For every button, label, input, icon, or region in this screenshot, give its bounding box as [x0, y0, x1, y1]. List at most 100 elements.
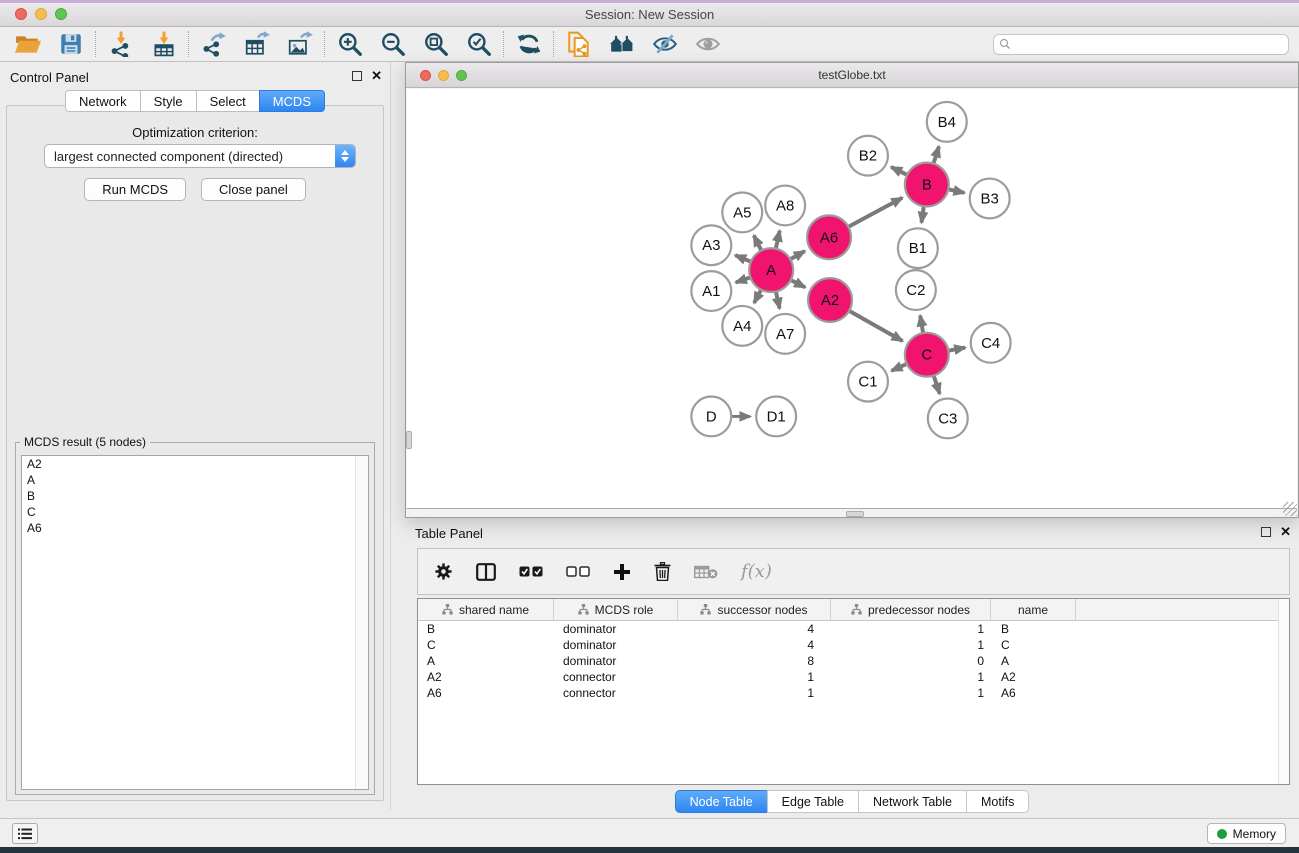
show-hidden-eye-icon[interactable] [694, 31, 721, 58]
graph-node-A1[interactable]: A1 [691, 271, 731, 311]
zoom-selected-icon[interactable] [465, 31, 492, 58]
table-cell[interactable]: connector [554, 686, 678, 700]
mcds-result-list[interactable]: A2ABCA6 [21, 455, 369, 790]
graph-node-C2[interactable]: C2 [896, 270, 936, 310]
close-table-panel-icon[interactable]: ✕ [1280, 527, 1291, 537]
refresh-icon[interactable] [515, 31, 542, 58]
table-cell[interactable]: B [418, 622, 554, 636]
table-cell[interactable]: A2 [991, 670, 1076, 684]
tab-mcds[interactable]: MCDS [259, 90, 325, 112]
save-session-icon[interactable] [57, 31, 84, 58]
task-history-button[interactable] [12, 823, 38, 844]
tab-select[interactable]: Select [196, 90, 260, 112]
graph-node-D[interactable]: D [691, 397, 731, 437]
table-cell[interactable]: 8 [678, 654, 831, 668]
add-column-icon[interactable] [613, 563, 631, 581]
zoom-in-icon[interactable] [336, 31, 363, 58]
graph-node-C3[interactable]: C3 [928, 399, 968, 439]
table-cell[interactable]: 1 [831, 638, 991, 652]
graph-node-B2[interactable]: B2 [848, 136, 888, 176]
criterion-select[interactable]: largest connected component (directed) [44, 144, 356, 168]
table-cell[interactable]: A6 [991, 686, 1076, 700]
delete-column-trash-icon[interactable] [654, 562, 671, 581]
table-cell[interactable]: A [991, 654, 1076, 668]
table-cell[interactable]: 4 [678, 638, 831, 652]
hide-selected-eye-icon[interactable] [651, 31, 678, 58]
graph-node-A2[interactable]: A2 [808, 278, 852, 322]
table-cell[interactable]: 1 [831, 670, 991, 684]
table-cell[interactable]: 1 [831, 686, 991, 700]
close-panel-button[interactable]: Close panel [201, 178, 306, 201]
settings-gear-icon[interactable] [434, 562, 453, 581]
tab-network-table[interactable]: Network Table [858, 790, 967, 813]
open-session-icon[interactable] [14, 31, 41, 58]
network-window-titlebar[interactable]: testGlobe.txt [406, 63, 1298, 88]
column-header-name[interactable]: name [991, 599, 1076, 620]
tab-edge-table[interactable]: Edge Table [767, 790, 859, 813]
tab-motifs[interactable]: Motifs [966, 790, 1029, 813]
table-cell[interactable]: B [991, 622, 1076, 636]
table-cell[interactable]: 1 [831, 622, 991, 636]
tab-network[interactable]: Network [65, 90, 141, 112]
table-cell[interactable]: 4 [678, 622, 831, 636]
graph-node-C4[interactable]: C4 [971, 323, 1011, 363]
delete-table-icon[interactable] [694, 565, 718, 579]
graph-node-B[interactable]: B [905, 163, 949, 207]
horizontal-scroll-handle[interactable] [846, 511, 864, 517]
import-table-icon[interactable] [150, 31, 177, 58]
new-network-from-selection-icon[interactable] [565, 31, 592, 58]
mcds-result-item[interactable]: B [22, 488, 368, 504]
table-row[interactable]: Cdominator41C [418, 637, 1289, 653]
graph-node-B4[interactable]: B4 [927, 102, 967, 142]
graph-node-A6[interactable]: A6 [807, 215, 851, 259]
network-canvas[interactable]: B4B2BB3A5A8A6B1A3AA1C2A2A4A7C4CC1DD1C3 [407, 89, 1297, 509]
mcds-result-item[interactable]: A [22, 472, 368, 488]
graph-node-B1[interactable]: B1 [898, 228, 938, 268]
float-table-panel-icon[interactable] [1261, 527, 1271, 537]
graph-node-B3[interactable]: B3 [970, 179, 1010, 219]
table-cell[interactable]: A2 [418, 670, 554, 684]
export-table-icon[interactable] [243, 31, 270, 58]
graph-node-C1[interactable]: C1 [848, 362, 888, 402]
function-builder-icon[interactable]: f(x) [741, 561, 772, 582]
column-header-MCDS-role[interactable]: MCDS role [554, 599, 678, 620]
graph-node-D1[interactable]: D1 [756, 397, 796, 437]
float-panel-icon[interactable] [352, 71, 362, 81]
tab-style[interactable]: Style [140, 90, 197, 112]
unselect-all-checkboxes-icon[interactable] [566, 566, 590, 577]
select-all-checkboxes-icon[interactable] [519, 566, 543, 577]
search-field[interactable] [993, 34, 1289, 55]
memory-button[interactable]: Memory [1207, 823, 1286, 844]
graph-node-A3[interactable]: A3 [691, 225, 731, 265]
column-header-successor-nodes[interactable]: successor nodes [678, 599, 831, 620]
column-view-icon[interactable] [476, 563, 496, 581]
tab-node-table[interactable]: Node Table [675, 790, 768, 813]
graph-node-A4[interactable]: A4 [722, 306, 762, 346]
zoom-fit-icon[interactable] [422, 31, 449, 58]
table-row[interactable]: A6connector11A6 [418, 685, 1289, 701]
column-header-shared-name[interactable]: shared name [418, 599, 554, 620]
graph-node-A5[interactable]: A5 [722, 193, 762, 233]
graph-node-C[interactable]: C [905, 333, 949, 377]
table-cell[interactable]: C [991, 638, 1076, 652]
export-network-icon[interactable] [200, 31, 227, 58]
mcds-list-scrollbar[interactable] [355, 456, 368, 789]
mcds-result-item[interactable]: C [22, 504, 368, 520]
table-cell[interactable]: C [418, 638, 554, 652]
table-cell[interactable]: 1 [678, 686, 831, 700]
graph-node-A7[interactable]: A7 [765, 314, 805, 354]
network-graph[interactable]: B4B2BB3A5A8A6B1A3AA1C2A2A4A7C4CC1DD1C3 [407, 89, 1297, 508]
mcds-result-item[interactable]: A2 [22, 456, 368, 472]
close-panel-icon[interactable]: ✕ [371, 71, 382, 81]
search-input[interactable] [1011, 37, 1288, 51]
graph-node-A8[interactable]: A8 [765, 186, 805, 226]
table-cell[interactable]: 0 [831, 654, 991, 668]
table-row[interactable]: A2connector11A2 [418, 669, 1289, 685]
table-cell[interactable]: dominator [554, 622, 678, 636]
table-cell[interactable]: A6 [418, 686, 554, 700]
mcds-result-item[interactable]: A6 [22, 520, 368, 536]
vertical-scroll-handle[interactable] [406, 431, 412, 449]
import-network-icon[interactable] [107, 31, 134, 58]
home-icon[interactable] [608, 31, 635, 58]
run-mcds-button[interactable]: Run MCDS [84, 178, 186, 201]
